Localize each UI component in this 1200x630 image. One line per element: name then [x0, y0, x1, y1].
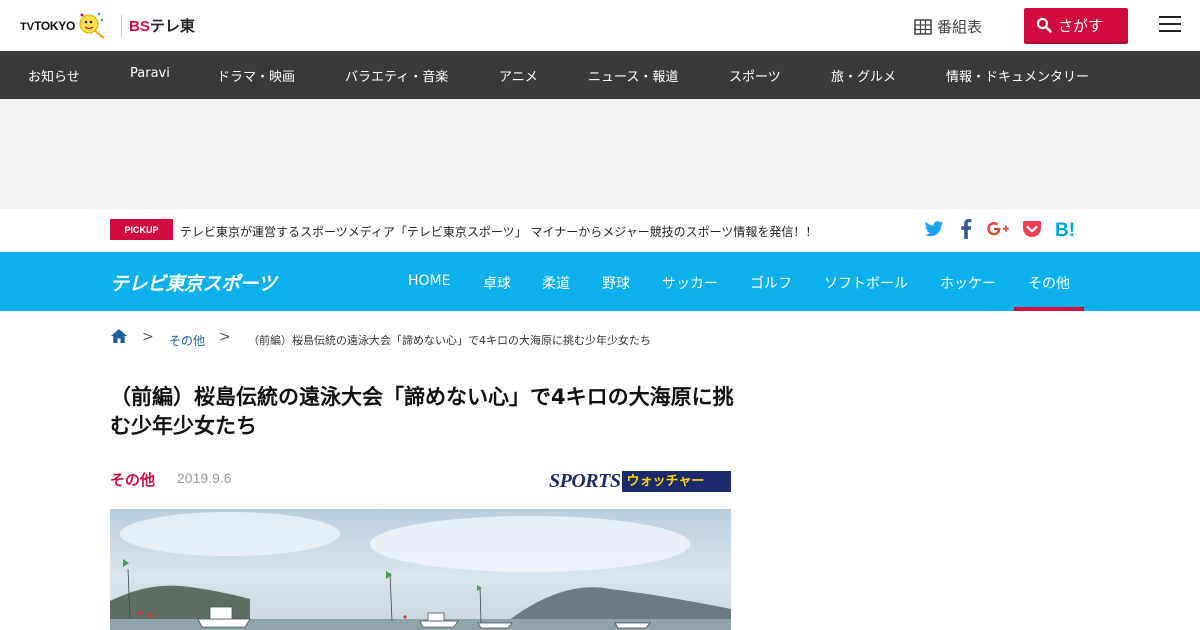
genre-nav-item-travel[interactable]: 旅・グルメ — [831, 66, 896, 85]
nanana-mascot-icon — [79, 12, 105, 39]
google-plus-icon[interactable] — [987, 218, 1009, 240]
tv-tokyo-wordmark: TV TOKYO — [20, 19, 75, 33]
article-title: （前編）桜島伝統の遠泳大会「諦めない心」で4キロの大海原に挑む少年少女たち — [110, 385, 734, 438]
breadcrumb-category-link[interactable]: その他 — [169, 332, 205, 349]
sports-nav: テレビ東京スポーツ HOME 卓球 柔道 野球 サッカー ゴルフ ソフトボール … — [0, 252, 1200, 311]
genre-nav-item-sports[interactable]: スポーツ — [729, 66, 781, 85]
pickup-bar: PICKUP テレビ東京が運営するスポーツメディア「テレビ東京スポーツ」 マイナ… — [0, 209, 1200, 252]
svg-text:B!: B! — [1055, 220, 1075, 238]
pocket-icon[interactable] — [1021, 218, 1043, 240]
twitter-icon[interactable] — [923, 218, 945, 240]
facebook-icon[interactable] — [955, 218, 977, 240]
sports-nav-item-other[interactable]: その他 — [1028, 273, 1070, 293]
sports-watcher-program-logo[interactable]: SPORTS ウォッチャー — [549, 471, 731, 492]
sports-nav-item-baseball[interactable]: 野球 — [602, 273, 630, 293]
genre-nav-item-paravi[interactable]: Paravi — [130, 66, 170, 81]
genre-nav-item-news-report[interactable]: ニュース・報道 — [588, 66, 678, 85]
sports-nav-item-table-tennis[interactable]: 卓球 — [483, 273, 511, 293]
home-icon[interactable] — [110, 328, 128, 348]
search-icon — [1036, 17, 1052, 33]
program-logo-watcher-text: ウォッチャー — [622, 471, 731, 492]
ad-banner-area — [0, 99, 1200, 209]
program-guide-label: 番組表 — [937, 18, 983, 36]
genre-nav-item-news[interactable]: お知らせ — [28, 66, 80, 85]
genre-nav: お知らせ Paravi ドラマ・映画 バラエティ・音楽 アニメ ニュース・報道 … — [0, 51, 1200, 99]
grid-icon — [914, 18, 932, 35]
bs-teletou-logo[interactable]: BSテレ東 — [129, 15, 195, 36]
sports-nav-item-home[interactable]: HOME — [408, 273, 450, 289]
program-guide-link[interactable]: 番組表 — [914, 16, 982, 37]
breadcrumb-separator: > — [142, 329, 154, 345]
search-button[interactable]: さがす — [1024, 8, 1128, 42]
active-tab-indicator — [1014, 307, 1084, 311]
sports-nav-item-soccer[interactable]: サッカー — [662, 273, 718, 293]
tv-tokyo-sports-logo[interactable]: テレビ東京スポーツ — [110, 269, 277, 296]
hero-sea-photo — [110, 509, 731, 630]
pickup-badge: PICKUP — [110, 219, 173, 240]
search-button-label: さがす — [1058, 16, 1104, 35]
genre-nav-item-drama[interactable]: ドラマ・映画 — [217, 66, 295, 85]
hatena-bookmark-icon[interactable]: B! — [1055, 218, 1077, 240]
bs-logo-bs-text: BS — [129, 18, 150, 35]
genre-nav-item-documentary[interactable]: 情報・ドキュメンタリー — [946, 66, 1089, 85]
tv-tokyo-logo[interactable]: TV TOKYO — [20, 10, 107, 42]
tv-tokyo-tv-text: TV — [20, 21, 35, 33]
genre-nav-item-variety[interactable]: バラエティ・音楽 — [345, 66, 448, 85]
hamburger-menu-icon[interactable] — [1159, 16, 1181, 34]
program-logo-sports-text: SPORTS — [549, 470, 621, 492]
article-category-link[interactable]: その他 — [110, 469, 155, 490]
sports-nav-item-judo[interactable]: 柔道 — [542, 273, 570, 293]
logo-divider — [121, 15, 122, 37]
genre-nav-item-anime[interactable]: アニメ — [499, 66, 538, 85]
breadcrumb-separator: > — [219, 329, 231, 345]
tv-tokyo-tokyo-text: TOKYO — [34, 19, 76, 33]
sports-nav-item-hockey[interactable]: ホッケー — [940, 273, 996, 293]
breadcrumb-current: （前編）桜島伝統の遠泳大会「諦めない心」で4キロの大海原に挑む少年少女たち — [248, 334, 651, 347]
sports-nav-item-softball[interactable]: ソフトボール — [824, 273, 908, 293]
top-header: TV TOKYO BSテレ東 番組表 さがす — [0, 0, 1200, 51]
sports-nav-item-golf[interactable]: ゴルフ — [750, 273, 792, 293]
bs-logo-rest-text: テレ東 — [149, 18, 195, 35]
article-hero-image — [110, 509, 731, 630]
breadcrumb: > その他 > （前編）桜島伝統の遠泳大会「諦めない心」で4キロの大海原に挑む少… — [110, 327, 810, 349]
article-date: 2019.9.6 — [177, 470, 232, 486]
pickup-text-link[interactable]: テレビ東京が運営するスポーツメディア「テレビ東京スポーツ」 マイナーからメジャー… — [180, 223, 817, 240]
